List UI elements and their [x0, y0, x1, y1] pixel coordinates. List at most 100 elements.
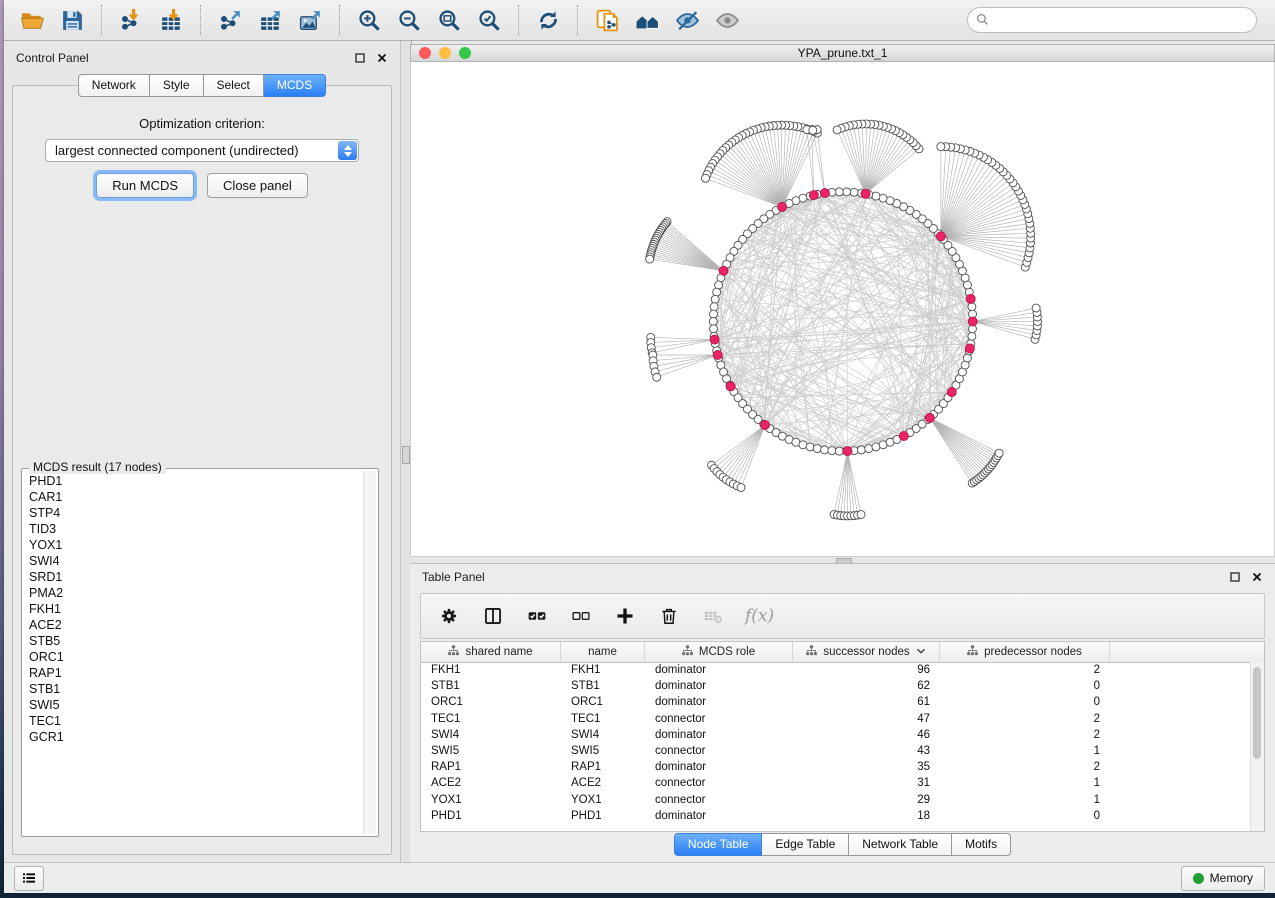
graph-node[interactable]	[809, 126, 817, 134]
zoom-in-button[interactable]	[351, 3, 387, 37]
cell-shared_name[interactable]: SWI5	[421, 745, 561, 757]
mcds-result-item[interactable]: FKH1	[29, 601, 360, 617]
graph-node[interactable]	[937, 143, 945, 151]
column-header-name[interactable]: name	[561, 642, 645, 662]
graph-node[interactable]	[968, 303, 976, 311]
export-image-button[interactable]	[292, 3, 328, 37]
cell-successor_nodes[interactable]: 47	[793, 713, 940, 725]
cell-successor_nodes[interactable]: 61	[793, 696, 940, 708]
graph-node[interactable]	[968, 332, 976, 340]
cell-shared_name[interactable]: SWI4	[421, 729, 561, 741]
cell-name[interactable]: FKH1	[561, 664, 645, 676]
mcds-result-scrollbar[interactable]	[363, 471, 376, 834]
float-panel-button[interactable]	[354, 52, 366, 64]
cell-name[interactable]: ORC1	[561, 696, 645, 708]
close-table-panel-button[interactable]	[1251, 571, 1263, 583]
close-panel-action-button[interactable]: Close panel	[207, 173, 308, 198]
table-scrollbar-thumb[interactable]	[1253, 667, 1261, 759]
criterion-select[interactable]: largest connected component (undirected)	[45, 139, 359, 162]
cell-mcds_role[interactable]: dominator	[645, 761, 793, 773]
mcds-result-item[interactable]: SRD1	[29, 569, 360, 585]
cell-predecessor_nodes[interactable]: 0	[940, 696, 1110, 708]
tab-style[interactable]: Style	[150, 74, 204, 97]
graph-hub-node[interactable]	[936, 232, 945, 241]
graph-node[interactable]	[799, 441, 807, 449]
cell-name[interactable]: RAP1	[561, 761, 645, 773]
mcds-result-item[interactable]: ORC1	[29, 649, 360, 665]
tab-network[interactable]: Network	[78, 74, 150, 97]
graph-hub-node[interactable]	[861, 189, 870, 198]
graph-node[interactable]	[857, 446, 865, 454]
cell-mcds_role[interactable]: dominator	[645, 680, 793, 692]
mcds-result-item[interactable]: CAR1	[29, 489, 360, 505]
first-neighbors-button[interactable]	[629, 3, 665, 37]
gear-button[interactable]	[437, 604, 461, 628]
graph-node[interactable]	[835, 188, 843, 196]
cell-successor_nodes[interactable]: 35	[793, 761, 940, 773]
search-input[interactable]	[967, 7, 1257, 33]
column-header-shared-name[interactable]: shared name	[421, 642, 561, 662]
refresh-button[interactable]	[530, 3, 566, 37]
memory-button[interactable]: Memory	[1181, 866, 1265, 891]
graph-node[interactable]	[709, 317, 717, 325]
cell-predecessor_nodes[interactable]: 1	[940, 777, 1110, 789]
mcds-result-item[interactable]: SWI5	[29, 697, 360, 713]
cell-successor_nodes[interactable]: 29	[793, 794, 940, 806]
import-table-button[interactable]	[153, 3, 189, 37]
graph-hub-node[interactable]	[760, 421, 769, 430]
window-minimize-button[interactable]	[439, 47, 451, 59]
cell-name[interactable]: SWI5	[561, 745, 645, 757]
mcds-result-item[interactable]: PMA2	[29, 585, 360, 601]
cell-name[interactable]: SWI4	[561, 729, 645, 741]
graph-node[interactable]	[715, 281, 723, 289]
cell-mcds_role[interactable]: connector	[645, 794, 793, 806]
graph-hub-node[interactable]	[710, 335, 719, 344]
table-row[interactable]: YOX1YOX1connector291	[421, 792, 1251, 808]
graph-hub-node[interactable]	[713, 351, 722, 360]
cell-predecessor_nodes[interactable]: 0	[940, 680, 1110, 692]
cell-name[interactable]: ACE2	[561, 777, 645, 789]
mcds-result-item[interactable]: PHD1	[29, 473, 360, 489]
cell-mcds_role[interactable]: dominator	[645, 810, 793, 822]
cell-predecessor_nodes[interactable]: 1	[940, 794, 1110, 806]
cell-shared_name[interactable]: STB1	[421, 680, 561, 692]
graph-hub-node[interactable]	[966, 294, 975, 303]
column-header-mcds-role[interactable]: MCDS role	[645, 642, 793, 662]
table-row[interactable]: SWI5SWI5connector431	[421, 743, 1251, 759]
hide-selected-button[interactable]	[669, 3, 705, 37]
delete-row-button[interactable]	[657, 604, 681, 628]
graph-node[interactable]	[710, 325, 718, 333]
graph-node[interactable]	[653, 373, 661, 381]
zoom-fit-button[interactable]	[431, 3, 467, 37]
table-row[interactable]: STB1STB1dominator620	[421, 678, 1251, 694]
float-table-panel-button[interactable]	[1229, 571, 1241, 583]
close-panel-button[interactable]	[376, 52, 388, 64]
cell-predecessor_nodes[interactable]: 2	[940, 729, 1110, 741]
mcds-result-item[interactable]: TID3	[29, 521, 360, 537]
select-all-button[interactable]	[525, 604, 549, 628]
graph-node[interactable]	[995, 449, 1003, 457]
cell-mcds_role[interactable]: dominator	[645, 664, 793, 676]
graph-node[interactable]	[1032, 304, 1040, 312]
cell-predecessor_nodes[interactable]: 2	[940, 664, 1110, 676]
graph-node[interactable]	[843, 188, 851, 196]
table-tab-node-table[interactable]: Node Table	[674, 833, 763, 856]
graph-node[interactable]	[833, 126, 841, 134]
graph-node[interactable]	[710, 303, 718, 311]
graph-node[interactable]	[850, 188, 858, 196]
graph-node[interactable]	[806, 443, 814, 451]
zoom-out-button[interactable]	[391, 3, 427, 37]
cell-shared_name[interactable]: FKH1	[421, 664, 561, 676]
cell-mcds_role[interactable]: dominator	[645, 729, 793, 741]
cell-successor_nodes[interactable]: 31	[793, 777, 940, 789]
show-panels-button[interactable]	[14, 866, 44, 891]
graph-hub-node[interactable]	[899, 432, 908, 441]
graph-hub-node[interactable]	[719, 266, 728, 275]
tab-select[interactable]: Select	[204, 74, 264, 97]
mcds-result-item[interactable]: TEC1	[29, 713, 360, 729]
cell-mcds_role[interactable]: connector	[645, 777, 793, 789]
graph-node[interactable]	[835, 447, 843, 455]
table-row[interactable]: SWI4SWI4dominator462	[421, 727, 1251, 743]
graph-node[interactable]	[713, 288, 721, 296]
table-row[interactable]: RAP1RAP1dominator352	[421, 759, 1251, 775]
